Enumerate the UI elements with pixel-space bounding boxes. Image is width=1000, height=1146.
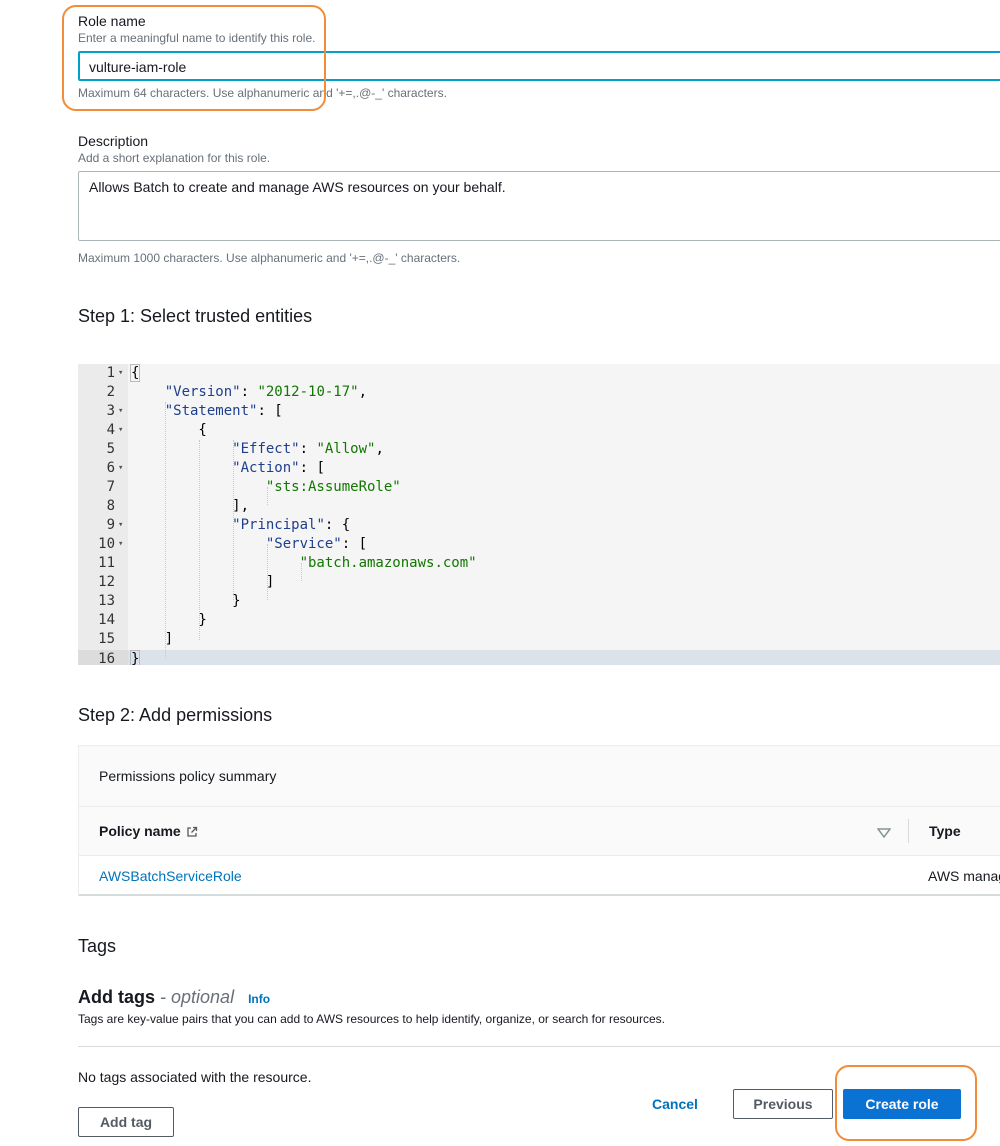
add-tag-button[interactable]: Add tag — [78, 1107, 174, 1137]
description-hint: Add a short explanation for this role. — [78, 151, 271, 165]
code-line-11: "batch.amazonaws.com" — [131, 554, 477, 573]
description-label: Description — [78, 133, 149, 149]
add-tags-header: Add tags - optional Info — [78, 987, 270, 1008]
code-line-14: } — [131, 612, 207, 628]
permissions-summary-title: Permissions policy summary — [99, 768, 277, 784]
col-policy-name-label: Policy name — [99, 823, 181, 839]
code-line-3: "Statement": [ — [164, 403, 283, 419]
code-line-4: { — [131, 422, 207, 438]
code-line-5: "Effect": "Allow", — [232, 441, 384, 457]
fold-arrow-icon[interactable]: ▾ — [118, 535, 123, 554]
line-number: 6 — [106, 460, 115, 476]
line-number: 15 — [98, 631, 115, 647]
line-number: 3 — [106, 403, 115, 419]
code-key: "Principal" — [232, 517, 325, 533]
fold-arrow-icon[interactable]: ▾ — [118, 421, 123, 440]
code-key: "Service" — [265, 536, 342, 552]
col-type[interactable]: Type — [929, 823, 961, 839]
code-line-12: ] — [131, 574, 275, 590]
code-line-16: } — [129, 650, 141, 665]
line-number: 8 — [106, 498, 115, 514]
line-number: 2 — [106, 384, 115, 400]
code-open-brace: { — [129, 364, 141, 382]
code-line-10: "Service": [ — [265, 536, 368, 552]
tags-divider — [78, 1046, 1000, 1047]
line-number: 16 — [98, 651, 115, 665]
role-name-highlight — [62, 5, 326, 111]
code-string: "sts:AssumeRole" — [265, 479, 401, 495]
line-number: 13 — [98, 593, 115, 609]
info-link[interactable]: Info — [248, 992, 270, 1006]
code-line-8: ], — [131, 498, 250, 514]
code-string: "batch.amazonaws.com" — [299, 555, 477, 571]
code-line-1: { — [129, 364, 141, 383]
line-number: 4 — [106, 422, 115, 438]
code-line-6: "Action": [ — [232, 460, 325, 476]
external-link-icon — [186, 825, 198, 837]
col-policy-name[interactable]: Policy name — [99, 823, 198, 839]
table-row: AWSBatchServiceRole AWS manag — [79, 856, 1000, 896]
code-string: "Allow" — [316, 441, 376, 457]
fold-arrow-icon[interactable]: ▾ — [118, 364, 123, 383]
line-number: 1 — [106, 365, 115, 381]
fold-arrow-icon[interactable]: ▾ — [118, 516, 123, 535]
code-key: "Version" — [164, 384, 241, 400]
previous-button[interactable]: Previous — [733, 1089, 833, 1119]
code-string: "2012-10-17" — [257, 384, 359, 400]
code-line-13: } — [131, 593, 241, 609]
step2-title: Step 2: Add permissions — [78, 705, 273, 725]
line-number: 9 — [106, 517, 115, 533]
code-line-7: "sts:AssumeRole" — [131, 478, 401, 497]
add-tags-title: Add tags — [78, 987, 156, 1007]
create-role-highlight — [835, 1065, 977, 1141]
permissions-table: Permissions policy summary Policy name T… — [78, 745, 1000, 896]
optional-label: - optional — [160, 987, 235, 1007]
description-textarea[interactable]: Allows Batch to create and manage AWS re… — [78, 171, 1000, 241]
code-key: "Statement" — [164, 403, 258, 419]
table-header-row: Policy name Type — [79, 807, 1000, 856]
step1-title: Step 1: Select trusted entities — [78, 306, 313, 326]
line-number: 12 — [98, 574, 115, 590]
line-number: 5 — [106, 441, 115, 457]
code-line-9: "Principal": { — [232, 517, 351, 533]
tags-description: Tags are key-value pairs that you can ad… — [78, 1012, 665, 1026]
code-key: "Action" — [232, 460, 300, 476]
policy-type: AWS manag — [928, 868, 1000, 884]
active-line-highlight — [78, 650, 1000, 665]
permissions-summary-header: Permissions policy summary — [79, 746, 1000, 807]
fold-arrow-icon[interactable]: ▾ — [118, 402, 123, 421]
policy-link[interactable]: AWSBatchServiceRole — [99, 868, 242, 884]
no-tags-text: No tags associated with the resource. — [78, 1069, 312, 1085]
line-number: 10 — [98, 536, 115, 552]
trust-policy-editor[interactable]: 1 2 3 4 5 6 7 8 9 10 11 12 13 14 15 16 ▾… — [78, 364, 1000, 665]
code-line-15: ] — [131, 631, 174, 647]
description-constraint: Maximum 1000 characters. Use alphanumeri… — [78, 251, 461, 265]
line-number: 11 — [98, 555, 115, 571]
fold-arrow-icon[interactable]: ▾ — [118, 459, 123, 478]
code-key: "Effect" — [232, 441, 300, 457]
line-number: 14 — [98, 612, 115, 628]
code-close-brace: } — [129, 650, 141, 665]
cancel-button[interactable]: Cancel — [652, 1096, 698, 1112]
line-number: 7 — [106, 479, 115, 495]
code-line-2: "Version": "2012-10-17", — [164, 384, 368, 400]
sort-caret-icon[interactable] — [876, 825, 892, 843]
tags-title: Tags — [78, 936, 117, 956]
column-divider — [908, 819, 909, 843]
